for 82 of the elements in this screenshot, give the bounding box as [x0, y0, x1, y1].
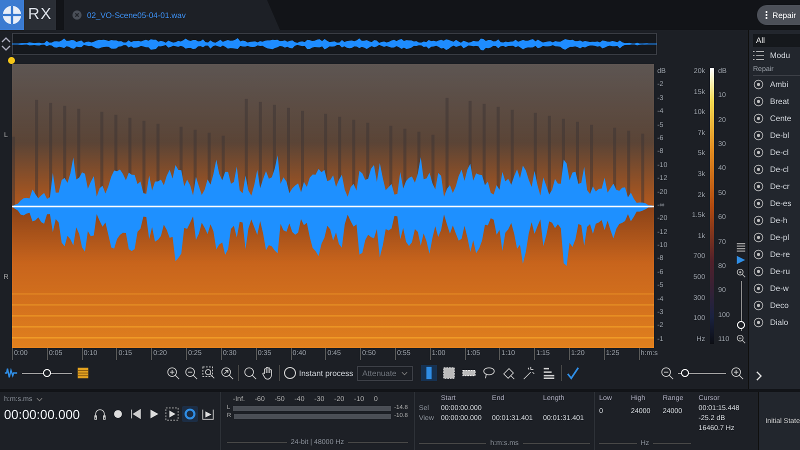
module-icon: [753, 130, 764, 141]
playhead-marker[interactable]: [8, 57, 15, 64]
file-tab[interactable]: 02_VO-Scene05-04-01.wav: [64, 0, 280, 30]
module-item[interactable]: De-bl: [753, 127, 800, 144]
module-icon: [753, 283, 764, 294]
lines-icon: [542, 366, 556, 380]
waveform-spectrogram-blend-slider[interactable]: [22, 368, 72, 378]
headphones-icon: [92, 407, 107, 421]
spectrogram-drawing[interactable]: [12, 64, 654, 348]
zoom-out-icon[interactable]: [736, 334, 746, 344]
up-down-arrows-icon[interactable]: [1, 36, 11, 52]
module-item[interactable]: De-pl: [753, 229, 800, 246]
loop-icon: [182, 407, 197, 421]
chevron-right-icon[interactable]: [755, 371, 762, 381]
square-icon: [442, 366, 456, 380]
module-item[interactable]: De-w: [753, 280, 800, 297]
vertical-zoom-slider[interactable]: [737, 281, 746, 331]
module-icon: [753, 232, 764, 243]
module-item[interactable]: Ambi: [753, 76, 800, 93]
module-icon: [753, 79, 764, 90]
module-icon: [753, 96, 764, 107]
previous-icon: [128, 407, 143, 421]
zoom-in-icon[interactable]: [730, 366, 744, 380]
spectrogram-icon[interactable]: [76, 366, 90, 380]
dots-icon: [765, 10, 768, 20]
time-selection-tool[interactable]: [420, 365, 436, 381]
module-icon: [753, 164, 764, 175]
repair-module-button[interactable]: Repair: [757, 5, 800, 25]
zoom-in-icon[interactable]: [736, 268, 746, 278]
module-icon: [753, 198, 764, 209]
checkmark-icon[interactable]: [566, 366, 580, 380]
zoom-fit-icon[interactable]: [220, 366, 234, 380]
module-icon: [753, 317, 764, 328]
horizontal-zoom-slider[interactable]: [678, 368, 726, 378]
module-icon: [753, 181, 764, 192]
loop-button[interactable]: [182, 406, 198, 422]
module-view-label[interactable]: Modu: [770, 51, 790, 60]
caret-icon: [400, 370, 408, 376]
module-item[interactable]: Deco: [753, 297, 800, 314]
stack-icon[interactable]: [736, 242, 746, 252]
magnifier-icon[interactable]: [243, 366, 257, 380]
module-item[interactable]: De-es: [753, 195, 800, 212]
module-item[interactable]: De-cl: [753, 144, 800, 161]
module-icon: [753, 300, 764, 311]
app-logo-text: RX: [28, 6, 52, 24]
magic-wand-icon: [522, 366, 536, 380]
headphones-button[interactable]: [92, 406, 108, 422]
triangle-icon[interactable]: [736, 255, 746, 265]
hand-icon[interactable]: [261, 366, 275, 380]
module-icon: [753, 266, 764, 277]
rectangle-selection-tool[interactable]: [440, 365, 456, 381]
overview-waveform[interactable]: [12, 33, 657, 55]
module-item[interactable]: De-ru: [753, 263, 800, 280]
zoom-selection-icon[interactable]: [202, 366, 216, 380]
module-icon: [753, 113, 764, 124]
module-item[interactable]: De-h: [753, 212, 800, 229]
time-display: 00:00:00.000: [4, 406, 80, 422]
zoom-out-icon[interactable]: [660, 366, 674, 380]
instant-process-toggle[interactable]: Instant process: [284, 367, 354, 379]
play-selection-button[interactable]: [164, 406, 180, 422]
wand-selection-tool[interactable]: [520, 365, 536, 381]
module-item[interactable]: De-re: [753, 246, 800, 263]
zoom-out-icon[interactable]: [184, 366, 198, 380]
lasso-icon: [482, 366, 496, 380]
module-filter-dropdown[interactable]: All: [753, 34, 800, 47]
export-icon: [200, 407, 215, 421]
brush-icon: [502, 366, 516, 380]
lasso-selection-tool[interactable]: [480, 365, 496, 381]
module-icon: [753, 249, 764, 260]
module-icon: [753, 147, 764, 158]
caret-icon[interactable]: [36, 397, 44, 402]
waveform-icon[interactable]: [4, 366, 18, 380]
list-icon[interactable]: [753, 50, 764, 61]
module-item[interactable]: De-cr: [753, 178, 800, 195]
module-item[interactable]: Cente: [753, 110, 800, 127]
module-item[interactable]: Breat: [753, 93, 800, 110]
module-item[interactable]: De-cl: [753, 161, 800, 178]
play-selection-icon: [164, 407, 179, 421]
module-item[interactable]: Dialo: [753, 314, 800, 331]
zoom-in-icon[interactable]: [166, 366, 180, 380]
globe-logo-icon: [0, 0, 24, 30]
module-icon: [753, 215, 764, 226]
